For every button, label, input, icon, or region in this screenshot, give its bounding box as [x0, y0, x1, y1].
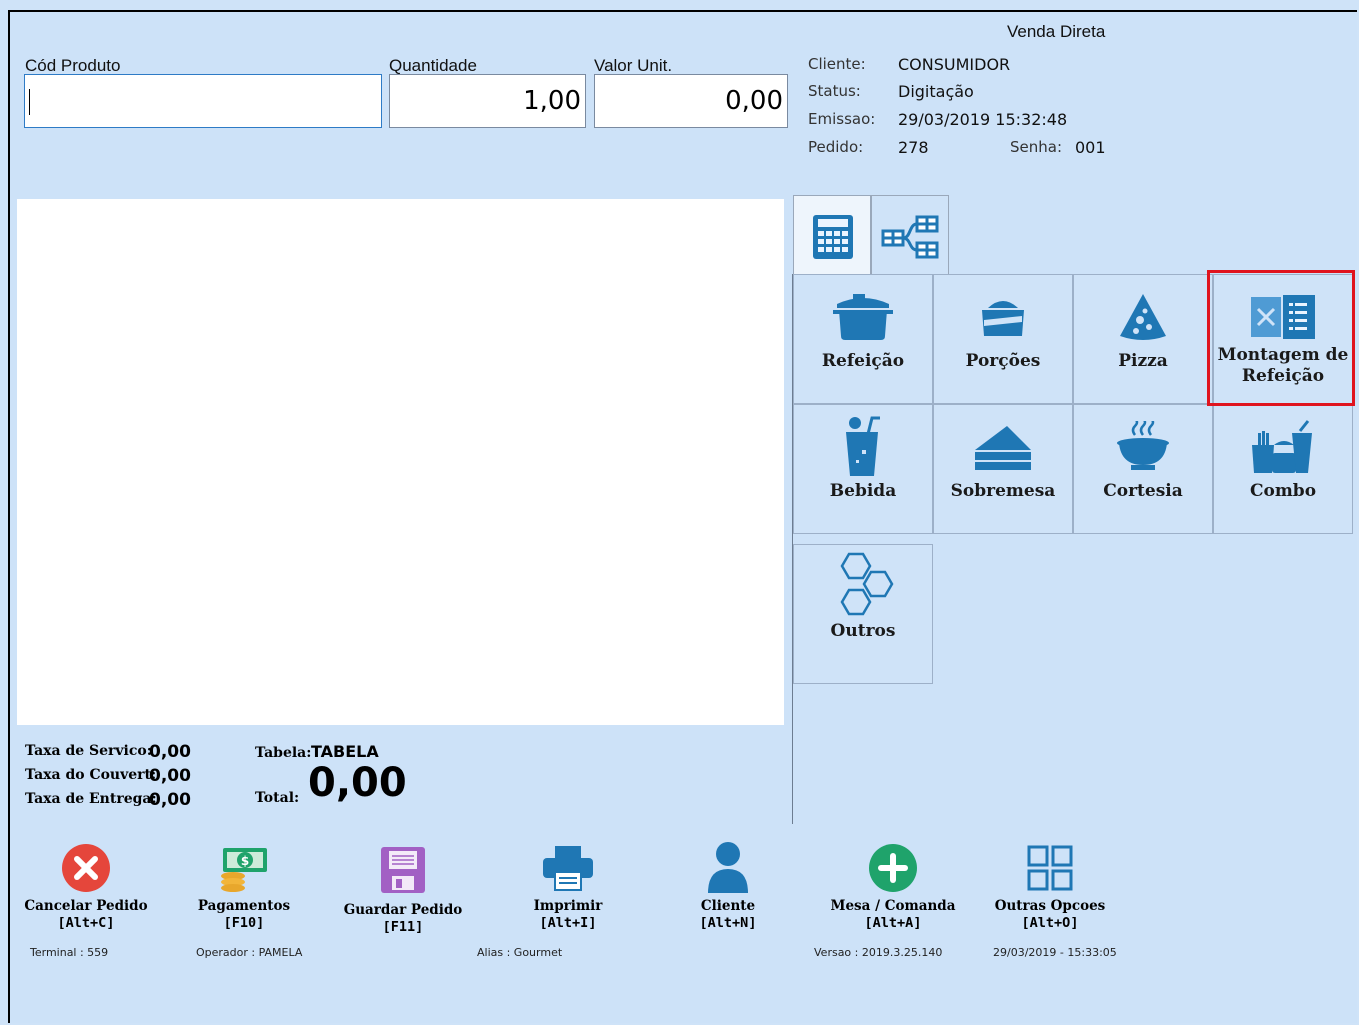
- action-key: [Alt+C]: [57, 915, 115, 931]
- text-caret: [29, 88, 30, 115]
- category-refeicao[interactable]: Refeição: [793, 274, 933, 404]
- action-key: [Alt+A]: [864, 915, 922, 931]
- password-label: Senha:: [1010, 138, 1063, 156]
- cancel-icon: [62, 844, 110, 892]
- client-button[interactable]: Cliente [Alt+N]: [658, 838, 798, 932]
- action-key: [Alt+N]: [699, 915, 757, 931]
- unit-value-label: Valor Unit.: [594, 56, 673, 75]
- password-value: 001: [1075, 138, 1106, 157]
- category-panel: Refeição Porções Pizza Montagem de Refei…: [792, 274, 1353, 824]
- service-fee-value: 0,00: [149, 742, 191, 762]
- category-combo[interactable]: Combo: [1213, 404, 1353, 534]
- couvert-fee-label: Taxa do Couvert:: [25, 767, 157, 783]
- unit-value-input[interactable]: 0,00: [594, 74, 788, 128]
- table-command-button[interactable]: Mesa / Comanda [Alt+A]: [823, 838, 963, 932]
- action-key: [F11]: [382, 919, 424, 935]
- product-code-input[interactable]: [24, 74, 382, 128]
- other-options-button[interactable]: Outras Opcoes [Alt+O]: [980, 838, 1120, 932]
- category-cortesia[interactable]: Cortesia: [1073, 404, 1213, 534]
- svg-text:$: $: [241, 854, 249, 868]
- combo-icon: [1252, 420, 1312, 473]
- category-outros[interactable]: Outros: [793, 544, 933, 684]
- action-title: Imprimir: [533, 898, 603, 914]
- operator-info: Operador : PAMELA: [196, 946, 303, 959]
- tab-calculator[interactable]: [793, 195, 871, 275]
- table-label: Tabela:: [255, 745, 312, 761]
- category-bebida[interactable]: Bebida: [793, 404, 933, 534]
- category-porcoes[interactable]: Porções: [933, 274, 1073, 404]
- drink-icon: [846, 416, 880, 476]
- category-label: Outros: [830, 621, 896, 641]
- order-value: 278: [898, 138, 929, 157]
- category-label: Cortesia: [1103, 481, 1183, 501]
- save-order-button[interactable]: Guardar Pedido [F11]: [333, 838, 473, 936]
- items-list[interactable]: [17, 199, 784, 725]
- emission-label: Emissao:: [808, 110, 876, 128]
- status-label: Status:: [808, 82, 861, 100]
- category-label: Montagem de Refeição: [1217, 345, 1349, 386]
- user-icon: [708, 842, 748, 893]
- action-title: Pagamentos: [197, 898, 291, 914]
- datetime-info: 29/03/2019 - 15:33:05: [993, 946, 1117, 959]
- delivery-fee-value: 0,00: [149, 790, 191, 810]
- cancel-order-button[interactable]: Cancelar Pedido [Alt+C]: [16, 838, 156, 932]
- action-title: Guardar Pedido: [343, 902, 463, 918]
- action-title: Cancelar Pedido: [24, 898, 148, 914]
- save-icon: [381, 847, 425, 893]
- quantity-label: Quantidade: [389, 56, 477, 75]
- cake-icon: [975, 426, 1031, 470]
- action-title: Mesa / Comanda: [830, 898, 956, 914]
- couvert-fee-value: 0,00: [149, 766, 191, 786]
- quantity-input[interactable]: 1,00: [389, 74, 586, 128]
- portion-icon: [982, 301, 1024, 336]
- version-info: Versao : 2019.3.25.140: [814, 946, 943, 959]
- add-icon: [869, 844, 917, 892]
- tab-tables[interactable]: [871, 195, 949, 275]
- table-tree-icon: [881, 215, 939, 259]
- pizza-icon: [1120, 294, 1166, 340]
- category-label: Porções: [965, 351, 1041, 371]
- client-value: CONSUMIDOR: [898, 55, 1011, 74]
- total-value: 0,00: [308, 760, 407, 806]
- action-title: Outras Opcoes: [994, 898, 1106, 914]
- table-value: TABELA: [311, 742, 379, 761]
- category-label: Pizza: [1118, 351, 1168, 371]
- category-sobremesa[interactable]: Sobremesa: [933, 404, 1073, 534]
- payments-button[interactable]: $ Pagamentos [F10]: [174, 838, 314, 932]
- category-label: Bebida: [829, 481, 897, 501]
- status-value: Digitação: [898, 82, 974, 101]
- menu-cutlery-icon: [1251, 295, 1315, 339]
- terminal-info: Terminal : 559: [30, 946, 109, 959]
- client-label: Cliente:: [808, 55, 866, 73]
- mode-title: Venda Direta: [1007, 22, 1106, 41]
- category-label: Refeição: [821, 351, 905, 371]
- emission-value: 29/03/2019 15:32:48: [898, 110, 1068, 129]
- printer-icon: [543, 846, 593, 891]
- calculator-icon: [813, 215, 853, 259]
- hexagons-icon: [840, 552, 894, 616]
- action-key: [F10]: [223, 915, 265, 931]
- print-button[interactable]: Imprimir [Alt+I]: [498, 838, 638, 932]
- alias-info: Alias : Gourmet: [477, 946, 563, 959]
- category-label: Combo: [1249, 481, 1317, 501]
- order-label: Pedido:: [808, 138, 864, 156]
- delivery-fee-label: Taxa de Entrega:: [25, 791, 157, 807]
- action-title: Cliente: [700, 898, 756, 914]
- hot-dish-icon: [1117, 421, 1169, 470]
- category-montagem-refeicao[interactable]: Montagem de Refeição: [1213, 274, 1353, 404]
- category-pizza[interactable]: Pizza: [1073, 274, 1213, 404]
- action-key: [Alt+I]: [539, 915, 597, 931]
- product-code-label: Cód Produto: [25, 56, 121, 75]
- pot-icon: [833, 294, 893, 340]
- grid-icon: [1027, 845, 1073, 891]
- action-key: [Alt+O]: [1021, 915, 1079, 931]
- total-label: Total:: [255, 790, 300, 806]
- money-icon: $: [221, 848, 267, 892]
- category-label: Sobremesa: [950, 481, 1056, 501]
- service-fee-label: Taxa de Servico:: [25, 743, 152, 759]
